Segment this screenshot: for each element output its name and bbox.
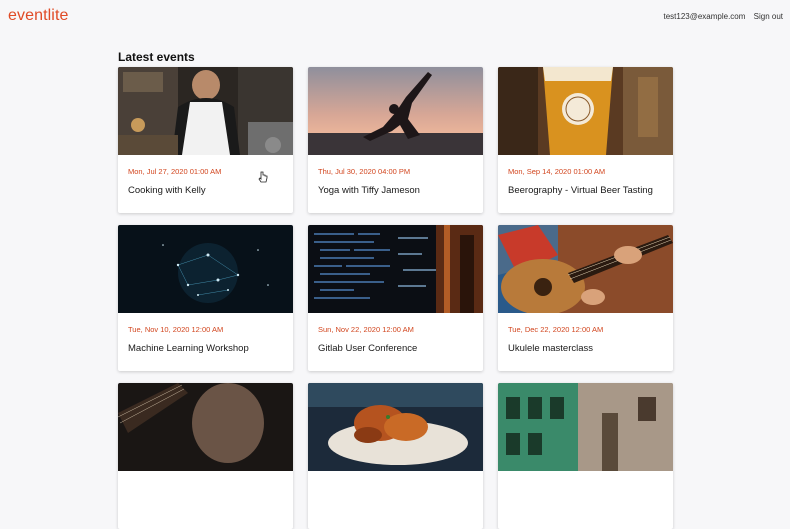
- event-title[interactable]: Beerography - Virtual Beer Tasting: [508, 185, 653, 196]
- event-image: [118, 225, 293, 313]
- event-date: Mon, Sep 14, 2020 01:00 AM: [508, 167, 606, 176]
- sign-out-link[interactable]: Sign out: [754, 12, 783, 21]
- event-image: [308, 383, 483, 471]
- event-title[interactable]: Machine Learning Workshop: [128, 343, 249, 354]
- event-date: Mon, Jul 27, 2020 01:00 AM: [128, 167, 222, 176]
- event-image: [498, 383, 673, 471]
- event-card[interactable]: Mon, Jul 27, 2020 01:00 AM Cooking with …: [118, 67, 293, 213]
- event-title[interactable]: Gitlab User Conference: [318, 343, 417, 354]
- event-date: Tue, Dec 22, 2020 12:00 AM: [508, 325, 604, 334]
- event-image: [308, 225, 483, 313]
- event-image: [118, 383, 293, 471]
- event-card[interactable]: Sun, Nov 22, 2020 12:00 AM Gitlab User C…: [308, 225, 483, 371]
- event-card[interactable]: Tue, Nov 10, 2020 12:00 AM Machine Learn…: [118, 225, 293, 371]
- event-card[interactable]: [308, 383, 483, 529]
- account-menu: test123@example.com Sign out: [657, 12, 783, 21]
- event-image: [308, 67, 483, 155]
- mouse-pointer-icon: [258, 170, 268, 188]
- brand-logo[interactable]: eventlite: [8, 7, 69, 25]
- event-card[interactable]: Thu, Jul 30, 2020 04:00 PM Yoga with Tif…: [308, 67, 483, 213]
- event-title[interactable]: Ukulele masterclass: [508, 343, 593, 354]
- event-image: [498, 67, 673, 155]
- event-card[interactable]: Tue, Dec 22, 2020 12:00 AM Ukulele maste…: [498, 225, 673, 371]
- event-date: Thu, Jul 30, 2020 04:00 PM: [318, 167, 411, 176]
- user-email[interactable]: test123@example.com: [663, 12, 745, 21]
- event-date: Tue, Nov 10, 2020 12:00 AM: [128, 325, 224, 334]
- section-title: Latest events: [118, 50, 195, 64]
- top-navigation-bar: eventlite test123@example.com Sign out: [0, 0, 790, 34]
- event-date: Sun, Nov 22, 2020 12:00 AM: [318, 325, 414, 334]
- event-card[interactable]: [498, 383, 673, 529]
- event-title[interactable]: Cooking with Kelly: [128, 185, 206, 196]
- event-image: [118, 67, 293, 155]
- event-card[interactable]: [118, 383, 293, 529]
- event-card[interactable]: Mon, Sep 14, 2020 01:00 AM Beerography -…: [498, 67, 673, 213]
- event-title[interactable]: Yoga with Tiffy Jameson: [318, 185, 420, 196]
- event-image: [498, 225, 673, 313]
